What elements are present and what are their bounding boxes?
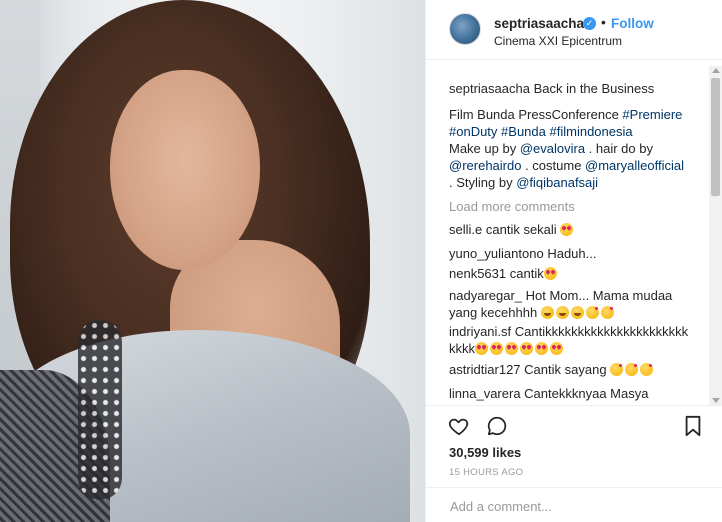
- scroll-up-arrow-icon[interactable]: [712, 68, 720, 73]
- verified-badge-icon: ✓: [583, 17, 596, 30]
- comment-text: Cantekkknyaa Masya: [524, 386, 649, 401]
- comment-item: yuno_yuliantono Haduh...: [449, 245, 689, 262]
- post-timestamp[interactable]: 15 HOURS AGO: [449, 467, 523, 478]
- heart-eyes-emoji-icon: [490, 342, 503, 355]
- comments-scrollbar[interactable]: [709, 66, 722, 406]
- caption-text-costume: . costume: [521, 158, 586, 173]
- caption-text-makeup: Make up by: [449, 141, 520, 156]
- comment-item: selli.e cantik sekali: [449, 221, 689, 238]
- kiss-emoji-icon: [640, 363, 654, 376]
- comment-item: astridtiar127 Cantik sayang: [449, 361, 689, 378]
- kiss-emoji-icon: [610, 363, 624, 376]
- comment-text: cantik sekali: [485, 222, 557, 237]
- hashtag-filmindonesia[interactable]: #filmindonesia: [550, 124, 633, 139]
- mention-maryalleofficial[interactable]: @maryalleofficial: [585, 158, 684, 173]
- header-username[interactable]: septriasaacha: [494, 16, 584, 31]
- comment-item: nenk5631 cantik: [449, 265, 689, 282]
- comment-text: cantik: [509, 266, 544, 281]
- heart-eyes-emoji-icon: [535, 342, 548, 355]
- comment-icon[interactable]: [486, 415, 508, 437]
- mention-evalovira[interactable]: @evalovira: [520, 141, 585, 156]
- bookmark-icon[interactable]: [684, 415, 702, 437]
- comment-username[interactable]: linna_varera: [449, 386, 521, 401]
- add-comment-bar: [426, 487, 722, 522]
- caption-text-styling: . Styling by: [449, 175, 517, 190]
- post-actions-bar: [426, 405, 722, 447]
- caption-text-a: Film Bunda PressConference: [449, 107, 623, 122]
- comment-item: nadyaregar_ Hot Mom... Mama mudaa yang k…: [449, 287, 689, 321]
- hashtag-onduty[interactable]: #onDuty: [449, 124, 497, 139]
- comment-text: Cantik sayang: [524, 362, 607, 377]
- follow-button[interactable]: Follow: [611, 16, 654, 31]
- comment-text: Haduh...: [547, 246, 597, 261]
- laughing-emoji-icon: [540, 306, 554, 319]
- kiss-emoji-icon: [600, 306, 614, 319]
- post-side-panel: septriasaacha ✓ • Follow Cinema XXI Epic…: [425, 0, 722, 522]
- laughing-emoji-icon: [570, 306, 584, 319]
- load-more-comments-button[interactable]: Load more comments: [449, 199, 575, 214]
- heart-icon[interactable]: [448, 415, 470, 437]
- comments-list[interactable]: septriasaacha Back in the Business Film …: [426, 60, 710, 405]
- comment-username[interactable]: indriyani.sf: [449, 324, 511, 339]
- scrollbar-thumb[interactable]: [711, 78, 720, 196]
- scroll-down-arrow-icon[interactable]: [712, 398, 720, 403]
- comment-username[interactable]: yuno_yuliantono: [449, 246, 544, 261]
- heart-eyes-emoji-icon: [505, 342, 518, 355]
- location-link[interactable]: Cinema XXI Epicentrum: [494, 34, 622, 48]
- caption-line1: Back in the Business: [533, 81, 655, 96]
- mention-rerehairdo[interactable]: @rerehairdo: [449, 158, 521, 173]
- caption: septriasaacha Back in the Business Film …: [449, 80, 704, 191]
- comment-item: linna_varera Cantekkknyaa Masya: [449, 385, 689, 402]
- laughing-emoji-icon: [555, 306, 569, 319]
- comment-username[interactable]: selli.e: [449, 222, 482, 237]
- comment-username[interactable]: nadyaregar_: [449, 288, 522, 303]
- heart-eyes-emoji-icon: [550, 342, 563, 355]
- avatar[interactable]: [449, 13, 481, 45]
- caption-username[interactable]: septriasaacha: [449, 81, 530, 96]
- comment-item: indriyani.sf Cantikkkkkkkkkkkkkkkkkkkkkk…: [449, 323, 694, 357]
- kiss-emoji-icon: [625, 363, 639, 376]
- kiss-emoji-icon: [585, 306, 599, 319]
- hashtag-bunda[interactable]: #Bunda: [501, 124, 546, 139]
- heart-eyes-emoji-icon: [560, 223, 574, 236]
- likes-count[interactable]: 30,599 likes: [449, 445, 521, 460]
- photo-embellishment: [78, 320, 122, 500]
- caption-text-hair: . hair do by: [585, 141, 653, 156]
- comment-username[interactable]: astridtiar127: [449, 362, 521, 377]
- add-comment-input[interactable]: [448, 498, 702, 515]
- heart-eyes-emoji-icon: [520, 342, 533, 355]
- photo-face: [110, 70, 260, 270]
- separator-dot: •: [601, 14, 606, 30]
- hashtag-premiere[interactable]: #Premiere: [622, 107, 682, 122]
- post-photo[interactable]: [0, 0, 425, 522]
- mention-fiqibanafsaji[interactable]: @fiqibanafsaji: [516, 175, 598, 190]
- post-header: septriasaacha ✓ • Follow Cinema XXI Epic…: [426, 0, 722, 60]
- heart-eyes-emoji-icon: [543, 267, 557, 280]
- comment-username[interactable]: nenk5631: [449, 266, 506, 281]
- heart-eyes-emoji-icon: [475, 342, 488, 355]
